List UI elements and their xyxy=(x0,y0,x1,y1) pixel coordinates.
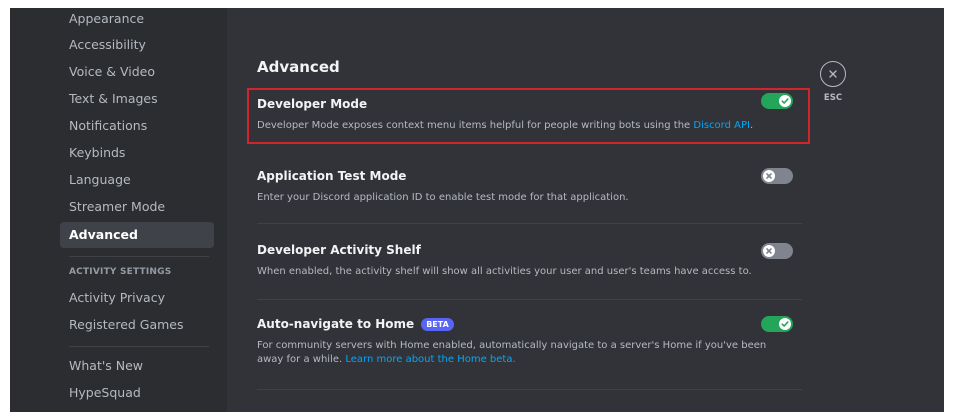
sidebar-item-hypesquad[interactable]: HypeSquad xyxy=(60,380,214,406)
sidebar-item-streamer-mode[interactable]: Streamer Mode xyxy=(60,194,214,220)
page-title: Advanced xyxy=(257,58,340,76)
sidebar-divider xyxy=(69,256,209,257)
setting-description: When enabled, the activity shelf will sh… xyxy=(257,266,752,277)
setting-title-text: Auto-navigate to Home xyxy=(257,317,415,331)
settings-sidebar: Appearance Accessibility Voice & Video T… xyxy=(10,8,227,412)
check-icon xyxy=(781,321,789,327)
x-icon xyxy=(766,173,772,179)
beta-badge: BETA xyxy=(421,317,454,331)
sidebar-section-header: ACTIVITY SETTINGS xyxy=(69,267,172,277)
sidebar-item-accessibility[interactable]: Accessibility xyxy=(60,32,214,58)
sidebar-item-text-images[interactable]: Text & Images xyxy=(60,86,214,112)
sidebar-item-voice-video[interactable]: Voice & Video xyxy=(60,59,214,85)
developer-activity-shelf-toggle[interactable] xyxy=(761,243,793,259)
highlight-box xyxy=(247,88,810,144)
sidebar-item-registered-games[interactable]: Registered Games xyxy=(60,312,214,338)
close-icon[interactable] xyxy=(820,61,846,87)
setting-description: For community servers with Home enabled,… xyxy=(257,339,795,367)
sidebar-item-appearance[interactable]: Appearance xyxy=(60,8,214,32)
settings-divider xyxy=(257,223,802,224)
sidebar-item-language[interactable]: Language xyxy=(60,167,214,193)
sidebar-item-whats-new[interactable]: What's New xyxy=(60,353,214,379)
close-button[interactable]: ESC xyxy=(816,61,850,103)
setting-description: Enter your Discord application ID to ena… xyxy=(257,192,629,203)
setting-developer-activity-shelf: Developer Activity Shelf When enabled, t… xyxy=(257,241,795,279)
esc-label: ESC xyxy=(823,93,843,103)
sidebar-item-advanced[interactable]: Advanced xyxy=(60,222,214,248)
application-test-mode-toggle[interactable] xyxy=(761,168,793,184)
sidebar-item-notifications[interactable]: Notifications xyxy=(60,113,214,139)
sidebar-item-activity-privacy[interactable]: Activity Privacy xyxy=(60,285,214,311)
toggle-knob xyxy=(763,245,775,257)
sidebar-item-keybinds[interactable]: Keybinds xyxy=(60,140,214,166)
setting-application-test-mode: Application Test Mode Enter your Discord… xyxy=(257,167,795,205)
x-icon xyxy=(766,248,772,254)
settings-window: Appearance Accessibility Voice & Video T… xyxy=(10,8,944,412)
setting-title: Developer Activity Shelf xyxy=(257,243,421,257)
setting-auto-navigate-home: Auto-navigate to Home BETA For community … xyxy=(257,315,795,367)
home-beta-link[interactable]: Learn more about the Home beta. xyxy=(345,354,515,365)
toggle-knob xyxy=(763,170,775,182)
settings-divider xyxy=(257,389,802,390)
sidebar-divider xyxy=(69,346,209,347)
auto-navigate-home-toggle[interactable] xyxy=(761,316,793,332)
settings-content: Advanced Developer Mode Developer Mode e… xyxy=(227,8,944,412)
settings-divider xyxy=(257,299,802,300)
toggle-knob xyxy=(779,318,791,330)
setting-title: Auto-navigate to Home BETA xyxy=(257,315,795,333)
setting-title: Application Test Mode xyxy=(257,169,407,183)
